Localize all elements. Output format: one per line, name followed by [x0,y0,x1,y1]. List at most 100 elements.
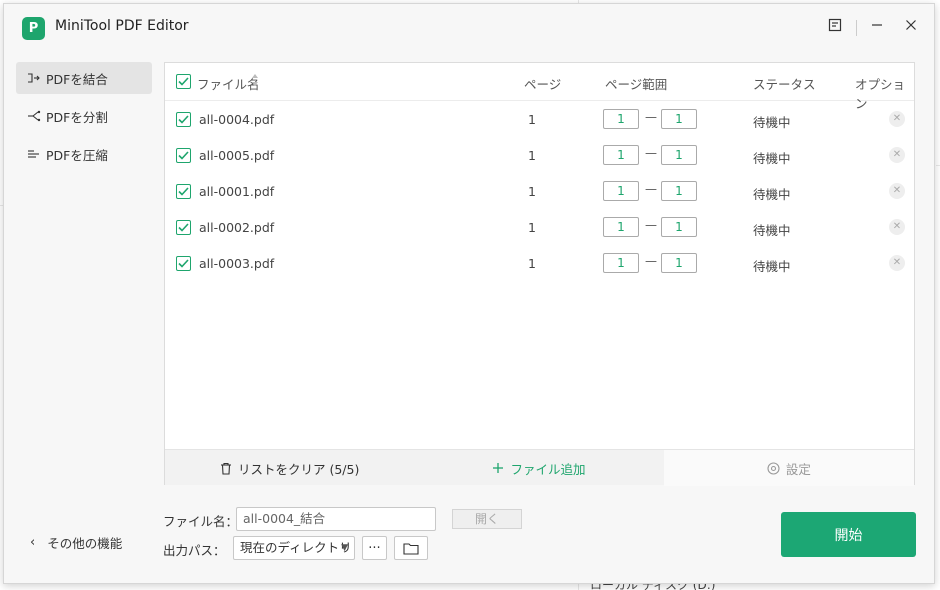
row-pages: 1 [528,220,536,235]
more-features-link[interactable]: ‹ その他の機能 [30,533,122,552]
compress-icon [26,147,42,161]
app-logo-icon: P [22,17,45,40]
row-pages: 1 [528,112,536,127]
close-icon [905,19,917,35]
close-icon: ✕ [892,257,902,268]
close-icon: ✕ [892,113,902,124]
minimize-button[interactable] [864,14,890,40]
range-separator: — [645,218,657,232]
filename-label: ファイル名： [163,514,239,529]
add-file-button[interactable]: ファイル追加 [414,450,663,486]
range-to-input[interactable]: 1 [661,217,697,237]
split-icon [26,109,42,123]
clear-list-label: リストをクリア (5/5) [237,461,360,477]
header-status: ステータス [753,77,816,92]
row-filename: all-0003.pdf [199,256,275,271]
app-title: MiniTool PDF Editor [55,18,189,34]
range-to-input[interactable]: 1 [661,145,697,165]
header-page-range: ページ範囲 [605,77,668,92]
open-button[interactable]: 開く [452,509,522,529]
table-row: all-0005.pdf 1 1 — 1 待機中 ✕ [165,137,914,173]
more-features-label: その他の機能 [47,536,123,551]
title-separator [856,20,857,36]
sidebar-item-label: PDFを分割 [46,109,108,125]
row-filename: all-0001.pdf [199,184,275,199]
row-status: 待機中 [753,259,791,274]
row-pages: 1 [528,148,536,163]
range-to-input[interactable]: 1 [661,253,697,273]
chevron-down-icon: ▼ [341,543,348,553]
minimize-icon [871,19,883,35]
range-to-input[interactable]: 1 [661,109,697,129]
header-pages: ページ [524,77,562,92]
close-icon: ✕ [892,185,902,196]
sidebar-item-label: PDFを結合 [46,71,108,87]
select-all-checkbox[interactable] [176,74,191,89]
filename-field[interactable]: all-0004_結合 [236,507,436,531]
row-filename: all-0004.pdf [199,112,275,127]
settings-button[interactable]: 設定 [663,450,914,486]
gear-icon [767,461,780,475]
sort-icon[interactable] [251,72,259,91]
background-divider [936,165,940,166]
row-status: 待機中 [753,115,791,130]
range-from-input[interactable]: 1 [603,217,639,237]
output-path-select[interactable]: 現在のディレクトリ ▼ [233,536,355,560]
row-checkbox[interactable] [176,184,191,199]
open-folder-button[interactable] [394,536,428,560]
remove-file-button[interactable]: ✕ [889,147,905,163]
chevron-left-icon: ‹ [30,535,36,550]
remove-file-button[interactable]: ✕ [889,255,905,271]
folder-icon [403,542,419,555]
trash-icon [220,462,232,475]
range-from-input[interactable]: 1 [603,109,639,129]
add-file-label: ファイル追加 [510,461,586,477]
table-row: all-0002.pdf 1 1 — 1 待機中 ✕ [165,209,914,245]
remove-file-button[interactable]: ✕ [889,219,905,235]
row-pages: 1 [528,256,536,271]
sidebar-item-merge[interactable]: PDFを結合 [16,62,152,94]
table-row: all-0004.pdf 1 1 — 1 待機中 ✕ [165,101,914,137]
row-status: 待機中 [753,151,791,166]
range-separator: — [645,110,657,124]
sidebar-item-split[interactable]: PDFを分割 [16,100,152,132]
close-icon: ✕ [892,221,902,232]
merge-icon [26,71,42,85]
row-status: 待機中 [753,223,791,238]
clear-list-button[interactable]: リストをクリア (5/5) [165,450,414,486]
plus-icon [492,462,504,474]
more-icon: ··· [368,540,381,556]
table-row: all-0001.pdf 1 1 — 1 待機中 ✕ [165,173,914,209]
row-checkbox[interactable] [176,112,191,127]
range-from-input[interactable]: 1 [603,253,639,273]
range-separator: — [645,182,657,196]
row-checkbox[interactable] [176,148,191,163]
row-checkbox[interactable] [176,220,191,235]
remove-file-button[interactable]: ✕ [889,183,905,199]
row-filename: all-0002.pdf [199,220,275,235]
file-list-panel: ファイル名 ページ ページ範囲 ステータス オプション all-0004.pdf… [164,62,915,486]
output-path-value: 現在のディレクトリ [240,540,352,555]
output-path-label: 出力パス： [163,543,226,558]
sidebar-item-compress[interactable]: PDFを圧縮 [16,138,152,170]
row-pages: 1 [528,184,536,199]
list-header: ファイル名 ページ ページ範囲 ステータス オプション [165,63,914,111]
range-from-input[interactable]: 1 [603,181,639,201]
remove-file-button[interactable]: ✕ [889,111,905,127]
list-footer: リストをクリア (5/5) ファイル追加 設定 [165,449,914,486]
range-from-input[interactable]: 1 [603,145,639,165]
close-button[interactable] [898,14,924,40]
range-to-input[interactable]: 1 [661,181,697,201]
title-bar: P MiniTool PDF Editor [4,4,934,50]
row-filename: all-0005.pdf [199,148,275,163]
start-button[interactable]: 開始 [781,512,916,557]
table-row: all-0003.pdf 1 1 — 1 待機中 ✕ [165,245,914,281]
row-checkbox[interactable] [176,256,191,271]
settings-label: 設定 [785,461,811,477]
feedback-button[interactable] [822,14,848,40]
range-separator: — [645,146,657,160]
notes-icon [828,18,842,36]
browse-button[interactable]: ··· [362,536,387,560]
close-icon: ✕ [892,149,902,160]
merge-dialog-window: P MiniTool PDF Editor PDFを結合 PDFを分割 PDFを… [3,3,935,584]
